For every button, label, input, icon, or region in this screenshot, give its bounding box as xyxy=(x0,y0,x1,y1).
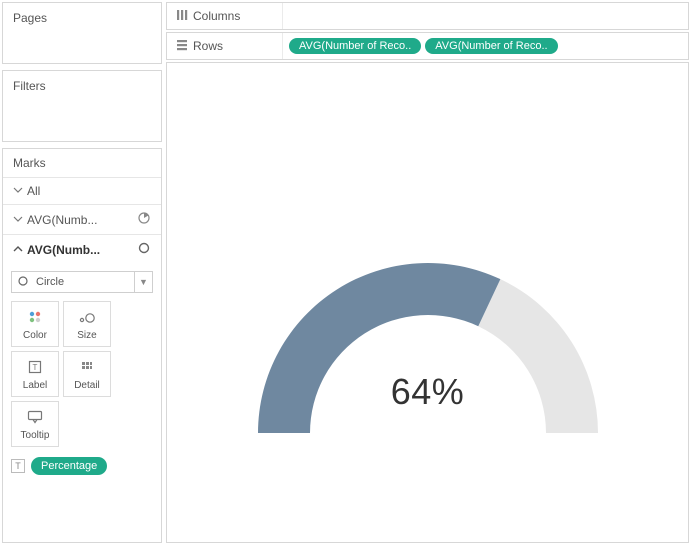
marks-row-1[interactable]: AVG(Numb... xyxy=(3,204,161,234)
marks-row-2-label: AVG(Numb... xyxy=(27,243,137,257)
chevron-up-icon xyxy=(13,243,27,257)
detail-button[interactable]: Detail xyxy=(63,351,111,397)
rows-title: Rows xyxy=(193,39,223,53)
label-button-label: Label xyxy=(23,380,47,391)
color-icon xyxy=(27,308,43,326)
rows-icon xyxy=(175,38,193,55)
marks-card: Marks All AVG(Numb... xyxy=(2,148,162,543)
gauge-value-label: 64% xyxy=(391,371,465,413)
mark-type-dropdown[interactable]: Circle ▼ xyxy=(11,271,153,293)
caret-down-icon: ▼ xyxy=(134,272,152,292)
gauge-chart xyxy=(248,233,608,453)
color-button[interactable]: Color xyxy=(11,301,59,347)
label-icon: T xyxy=(28,358,42,376)
tooltip-button[interactable]: Tooltip xyxy=(11,401,59,447)
filters-title: Filters xyxy=(3,71,161,101)
marks-title: Marks xyxy=(3,149,161,177)
marks-row-all-label: All xyxy=(27,184,151,198)
columns-shelf[interactable]: Columns xyxy=(166,2,689,30)
marks-pill-row: T Percentage xyxy=(3,449,161,483)
marks-row-all[interactable]: All xyxy=(3,177,161,204)
mark-type-label: Circle xyxy=(34,276,134,288)
gauge-segment-rest xyxy=(478,279,598,433)
circle-icon xyxy=(137,241,151,258)
label-button[interactable]: T Label xyxy=(11,351,59,397)
columns-title: Columns xyxy=(193,9,240,23)
main-area: Columns Rows AVG(Number of Reco.. AVG(Nu… xyxy=(164,0,691,545)
size-button[interactable]: Size xyxy=(63,301,111,347)
pages-shelf[interactable]: Pages xyxy=(2,2,162,64)
tooltip-button-label: Tooltip xyxy=(21,430,50,441)
chevron-down-icon xyxy=(13,184,27,198)
text-icon: T xyxy=(11,459,25,473)
side-panel: Pages Filters Marks All AVG(Numb... xyxy=(0,0,164,545)
marks-row-1-label: AVG(Numb... xyxy=(27,213,137,227)
svg-text:T: T xyxy=(33,363,38,372)
visualization-canvas[interactable]: 64% xyxy=(166,62,689,543)
color-button-label: Color xyxy=(23,330,47,341)
percentage-pill[interactable]: Percentage xyxy=(31,457,107,475)
pages-title: Pages xyxy=(3,3,161,33)
rows-pill-0[interactable]: AVG(Number of Reco.. xyxy=(289,38,421,54)
size-icon xyxy=(78,308,96,326)
marks-row-2[interactable]: AVG(Numb... xyxy=(3,234,161,264)
rows-shelf[interactable]: Rows AVG(Number of Reco.. AVG(Number of … xyxy=(166,32,689,60)
circle-icon xyxy=(12,275,34,290)
detail-button-label: Detail xyxy=(74,380,100,391)
pie-icon xyxy=(137,211,151,228)
chevron-down-icon xyxy=(13,213,27,227)
size-button-label: Size xyxy=(77,330,96,341)
rows-pill-1[interactable]: AVG(Number of Reco.. xyxy=(425,38,557,54)
rows-body[interactable]: AVG(Number of Reco.. AVG(Number of Reco.… xyxy=(283,38,688,54)
mark-buttons-grid: Color Size T xyxy=(3,299,161,449)
tooltip-icon xyxy=(27,408,43,426)
filters-shelf[interactable]: Filters xyxy=(2,70,162,142)
columns-icon xyxy=(175,8,193,25)
detail-icon xyxy=(80,358,94,376)
